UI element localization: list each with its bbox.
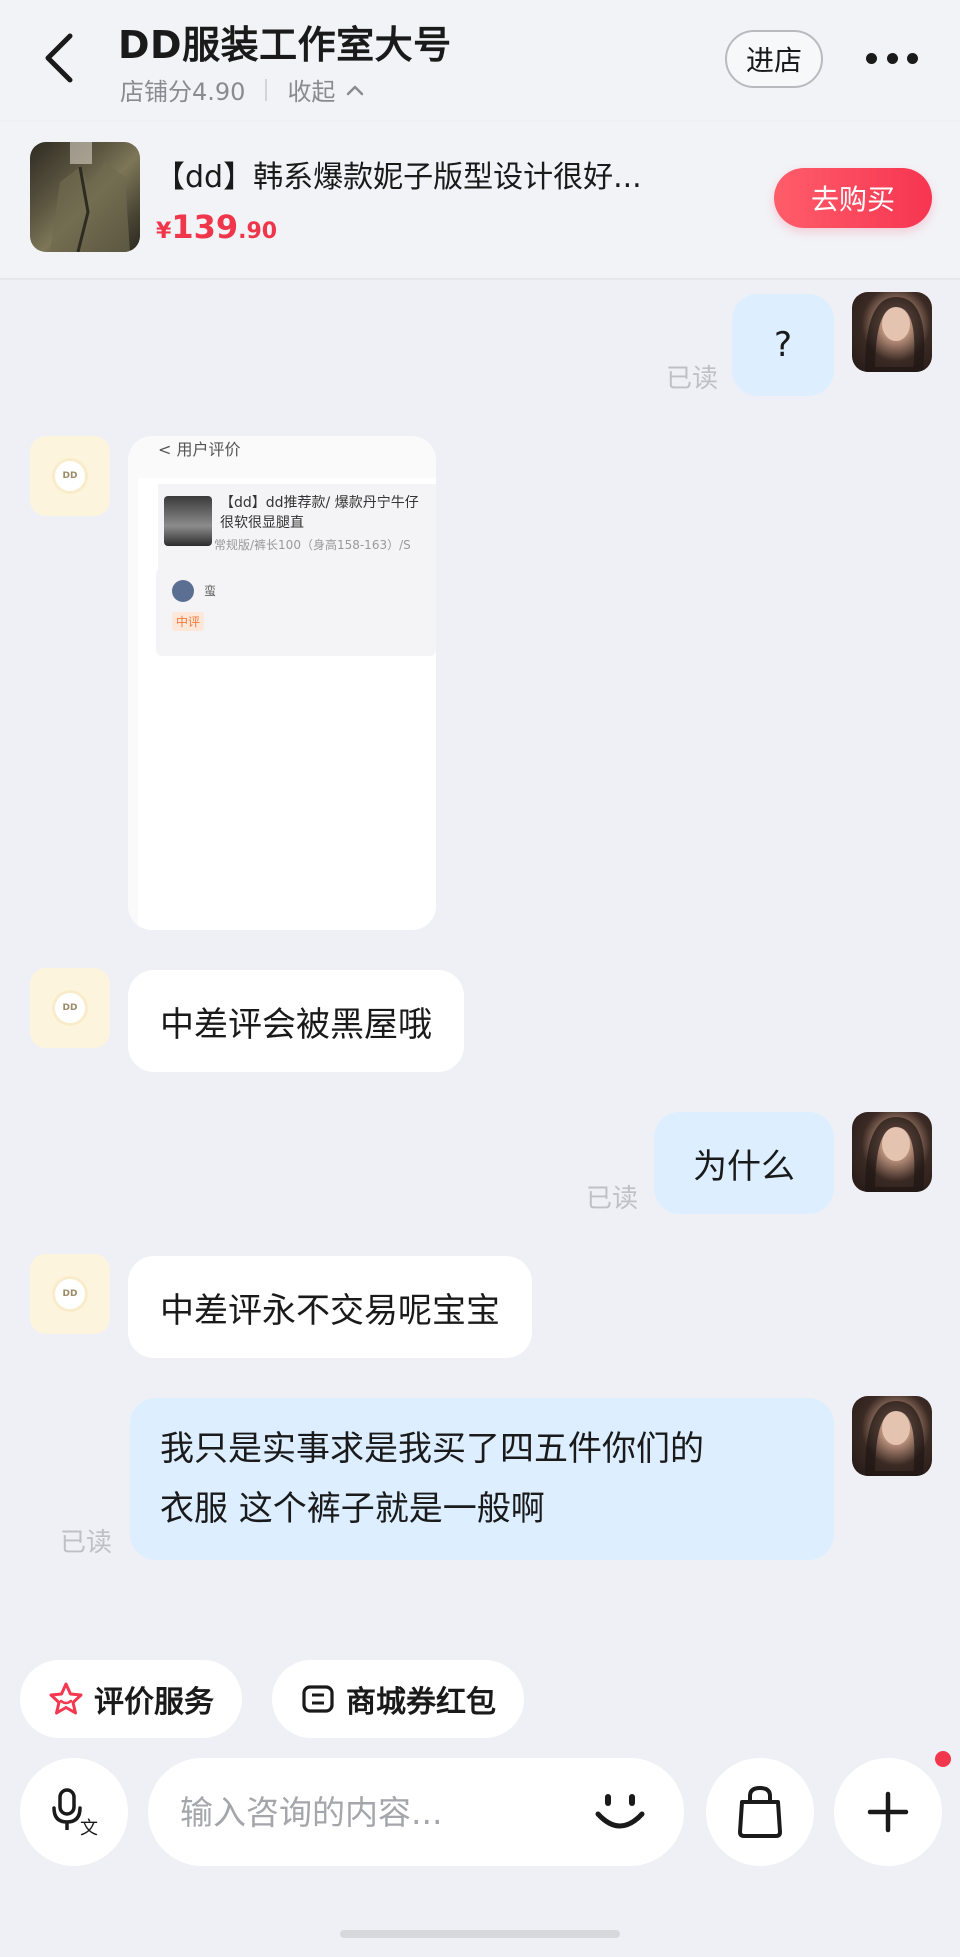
more-dots-icon (886, 52, 898, 64)
shopping-bag-icon (738, 1785, 782, 1838)
my-avatar[interactable] (852, 1112, 932, 1192)
notification-dot (935, 1751, 951, 1767)
store-info-row: 店铺分4.90 收起 (120, 72, 365, 107)
avatar-photo (864, 296, 925, 372)
price-symbol: ¥ (156, 219, 172, 244)
shop-logo: DD (55, 461, 85, 491)
message-line: 我只是实事求是我买了四五件你们的 (160, 1429, 704, 1469)
product-title[interactable]: 【dd】韩系爆款妮子版型设计很好... (155, 152, 715, 196)
coat-image (50, 142, 130, 252)
bag-button[interactable] (706, 1758, 814, 1866)
coupons-button[interactable]: 商城券红包 (272, 1660, 524, 1738)
product-price: ¥ 139 .90 (156, 208, 277, 246)
message-input[interactable] (180, 1792, 570, 1832)
price-integer: 139 (171, 208, 239, 246)
coupons-label: 商城券红包 (346, 1685, 496, 1720)
screenshot-product-spec: 常规版/裤长100（身高158-163）/S (214, 538, 411, 552)
buy-button[interactable]: 去购买 (774, 168, 932, 228)
star-icon (49, 1682, 83, 1715)
collapse-toggle[interactable]: 收起 (287, 72, 365, 107)
avatar-photo (864, 1400, 925, 1476)
rate-service-button[interactable]: 评价服务 (20, 1660, 242, 1738)
read-status: 已读 (60, 1528, 113, 1558)
review-tag: 中评 (172, 612, 205, 631)
message-bubble-shop[interactable]: 中差评会被黑屋哦 (128, 970, 464, 1072)
plus-icon (867, 1791, 909, 1833)
shop-avatar[interactable]: DD (30, 436, 110, 516)
price-decimal: .90 (238, 219, 278, 244)
collapse-label: 收起 (287, 78, 336, 106)
back-button[interactable] (40, 28, 88, 92)
my-avatar[interactable] (852, 292, 932, 372)
svg-text:文: 文 (80, 1818, 98, 1838)
voice-button[interactable]: 文 (20, 1758, 128, 1866)
home-indicator (340, 1930, 620, 1938)
more-button[interactable] (866, 48, 918, 68)
divider (265, 78, 268, 101)
page-title: DD服装工作室大号 (118, 23, 452, 67)
plus-button[interactable] (834, 1758, 942, 1866)
rate-service-label: 评价服务 (94, 1685, 214, 1720)
voice-to-text-icon: 文 (52, 1788, 98, 1838)
shop-logo: DD (55, 993, 85, 1023)
product-image[interactable] (30, 142, 140, 252)
more-dots-icon (907, 52, 918, 64)
store-score: 店铺分4.90 (120, 78, 246, 106)
read-status: 已读 (586, 1184, 639, 1214)
screenshot-thumbnail (164, 496, 212, 546)
reviewer-avatar (172, 580, 194, 602)
coupon-icon (302, 1685, 334, 1713)
shop-logo: DD (55, 1279, 85, 1309)
image-message[interactable]: < 用户评价 【dd】dd推荐款/ 爆款丹宁牛仔 很软很显腿直 常规版/裤长10… (128, 436, 436, 930)
screenshot-header: < 用户评价 (158, 440, 241, 459)
enter-store-button[interactable]: 进店 (725, 30, 823, 88)
chevron-left-icon (45, 33, 73, 83)
screenshot-product-subtitle: 很软很显腿直 (220, 515, 304, 531)
message-bubble-me[interactable]: ? (732, 294, 834, 396)
avatar-photo (864, 1116, 925, 1192)
message-line: 衣服 这个裤子就是一般啊 (160, 1489, 545, 1529)
message-bubble-me[interactable]: 我只是实事求是我买了四五件你们的 衣服 这个裤子就是一般啊 (130, 1398, 834, 1560)
more-dots-icon (866, 52, 877, 64)
smile-icon (595, 1794, 645, 1829)
message-bubble-me[interactable]: 为什么 (654, 1112, 834, 1214)
shop-avatar[interactable]: DD (30, 1254, 110, 1334)
message-bubble-shop[interactable]: 中差评永不交易呢宝宝 (128, 1256, 532, 1358)
reviewer-name: 蛮 (204, 584, 217, 598)
product-card[interactable]: 【dd】韩系爆款妮子版型设计很好... ¥ 139 .90 去购买 (0, 122, 960, 280)
chevron-up-icon (347, 85, 364, 95)
my-avatar[interactable] (852, 1396, 932, 1476)
read-status: 已读 (666, 364, 719, 394)
emoji-button[interactable] (584, 1776, 656, 1848)
shop-avatar[interactable]: DD (30, 968, 110, 1048)
screenshot-product-title: 【dd】dd推荐款/ 爆款丹宁牛仔 (220, 495, 419, 511)
